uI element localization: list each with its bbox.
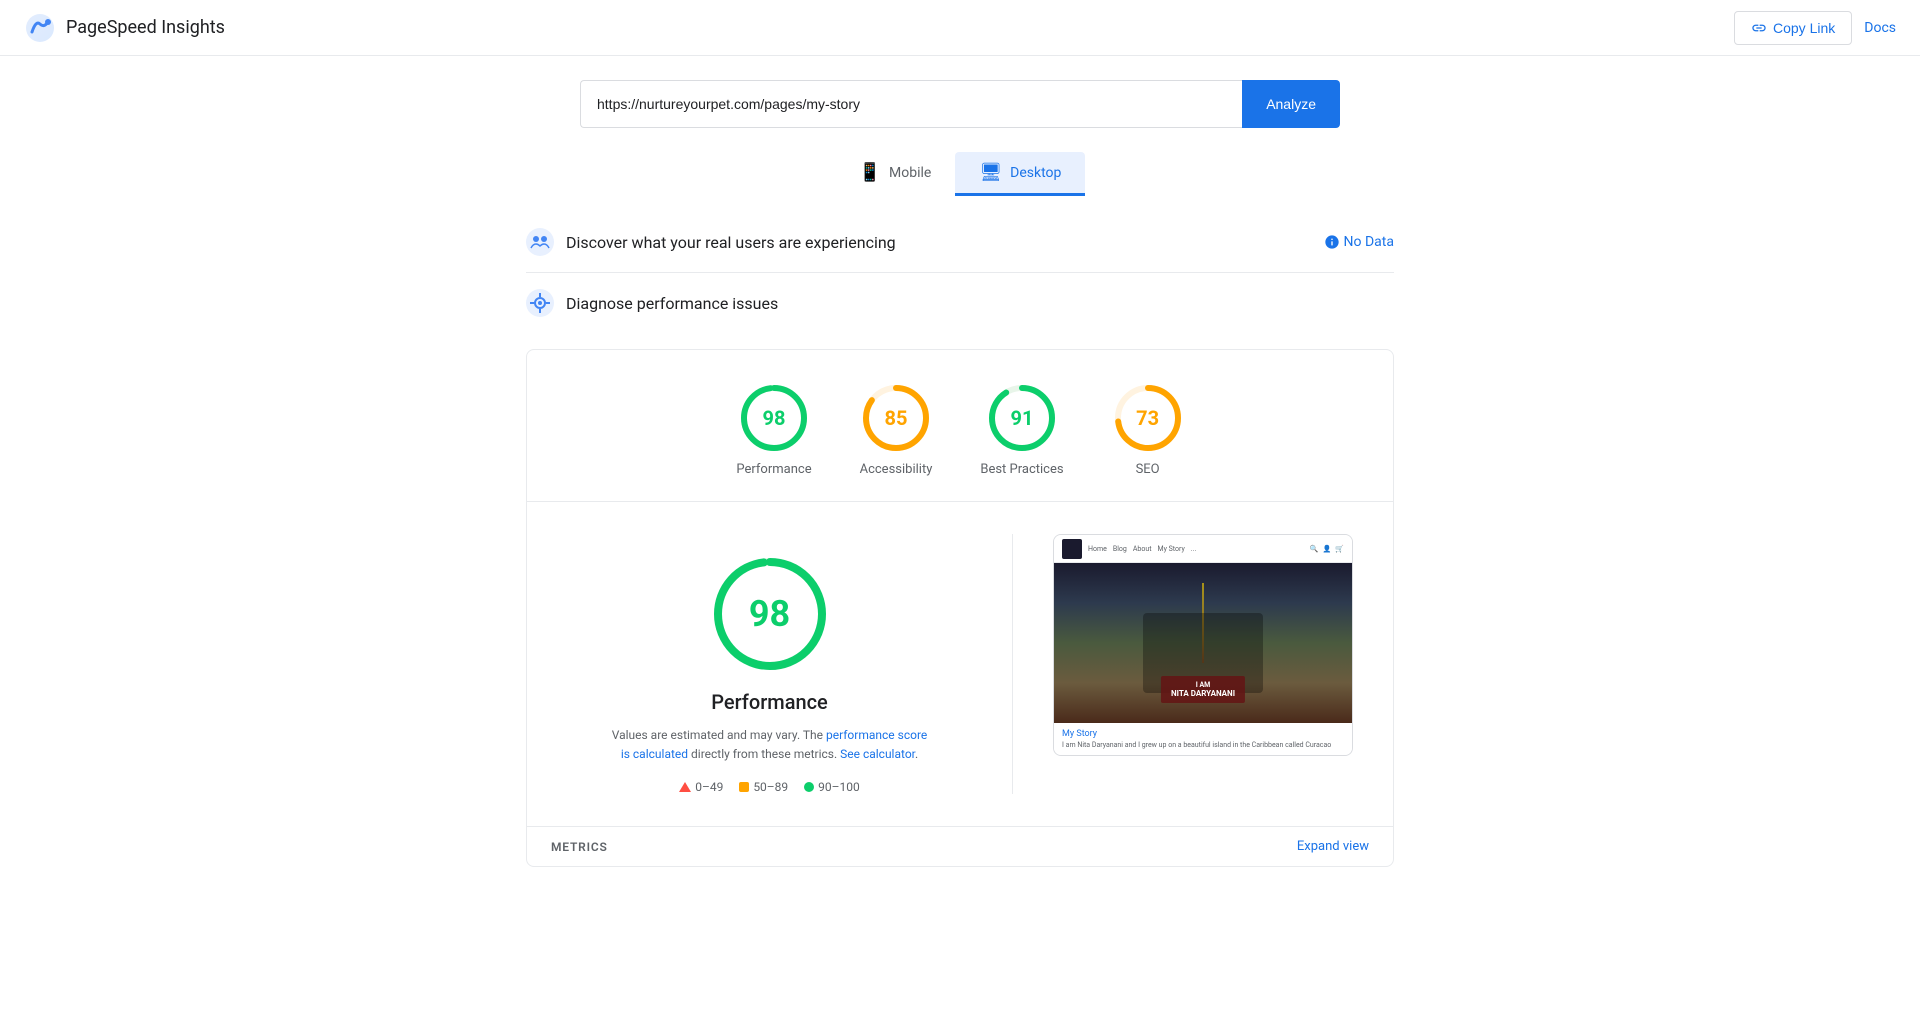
legend-bad-label: 0–49 [695, 780, 723, 794]
score-value-seo: 73 [1136, 406, 1159, 430]
preview-caption-title: My Story [1062, 729, 1344, 739]
calculator-link[interactable]: See calculator [840, 747, 915, 761]
no-data-link[interactable]: No Data [1324, 234, 1394, 250]
tab-desktop[interactable]: 🖥 Desktop [955, 152, 1085, 196]
score-value-best-practices: 91 [1010, 406, 1033, 430]
info-icon [1324, 234, 1340, 250]
score-circle-accessibility: 85 [860, 382, 932, 454]
real-users-section: Discover what your real users are experi… [526, 212, 1394, 273]
preview-caption-text: I am Nita Daryanani and I grew up on a b… [1062, 741, 1344, 749]
pagespeed-logo [24, 12, 56, 44]
tabs: 📱 Mobile 🖥 Desktop [835, 152, 1086, 196]
expand-view-link[interactable]: Expand view [1297, 839, 1369, 854]
preview-hero-text1: I AM [1171, 681, 1235, 689]
preview-nav: Home Blog About My Story ... 🔍 👤 🛒 [1054, 535, 1352, 563]
detail-section: 98 Performance Values are estimated and … [527, 502, 1393, 826]
app-title: PageSpeed Insights [66, 17, 225, 38]
header-right: Copy Link Docs [1734, 11, 1896, 45]
preview-search-icon: 🔍 [1310, 545, 1319, 553]
preview-nav-story: My Story [1157, 545, 1184, 553]
preview-user-icon: 👤 [1323, 545, 1332, 553]
big-score-value: 98 [749, 593, 790, 635]
search-section: Analyze [0, 56, 1920, 144]
diagnose-left: Diagnose performance issues [526, 289, 778, 317]
score-value-performance: 98 [763, 406, 786, 430]
real-users-title: Discover what your real users are experi… [566, 233, 896, 252]
docs-link[interactable]: Docs [1864, 20, 1896, 36]
tab-mobile-label: Mobile [889, 165, 931, 181]
score-label-best-practices: Best Practices [980, 462, 1063, 477]
detail-left: 98 Performance Values are estimated and … [567, 534, 1013, 794]
preview-overlay: I AM NITA DARYANANI [1161, 676, 1245, 703]
big-score-circle: 98 [710, 554, 830, 674]
legend-medium-label: 50–89 [753, 780, 788, 794]
metrics-footer: METRICS Expand view [527, 826, 1393, 866]
score-value-accessibility: 85 [884, 406, 907, 430]
score-circle-seo: 73 [1112, 382, 1184, 454]
diagnose-title: Diagnose performance issues [566, 294, 778, 313]
preview-nav-blog: Blog [1113, 545, 1127, 553]
copy-link-button[interactable]: Copy Link [1734, 11, 1852, 45]
preview-box: Home Blog About My Story ... 🔍 👤 🛒 [1053, 534, 1353, 756]
legend-good: 90–100 [804, 780, 860, 794]
legend-bad: 0–49 [679, 780, 723, 794]
header-left: PageSpeed Insights [24, 12, 225, 44]
preview-nav-more: ... [1191, 545, 1197, 553]
tab-desktop-label: Desktop [1010, 165, 1061, 181]
score-label-seo: SEO [1136, 462, 1160, 477]
legend-medium-icon [739, 782, 749, 792]
score-circle-best-practices: 91 [986, 382, 1058, 454]
search-bar: Analyze [580, 80, 1340, 128]
score-description: Values are estimated and may vary. The p… [610, 726, 930, 764]
big-score-label: Performance [711, 690, 828, 714]
header: PageSpeed Insights Copy Link Docs [0, 0, 1920, 56]
users-icon [526, 228, 554, 256]
diagnose-icon [526, 289, 554, 317]
score-circle-performance: 98 [738, 382, 810, 454]
preview-nav-home: Home [1088, 545, 1107, 553]
score-item-accessibility[interactable]: 85 Accessibility [860, 382, 933, 477]
main-content: Discover what your real users are experi… [510, 212, 1410, 867]
preview-hero: I AM NITA DARYANANI [1054, 563, 1352, 723]
url-input[interactable] [580, 80, 1242, 128]
legend-bad-icon [679, 782, 691, 792]
preview-hero-text2: NITA DARYANANI [1171, 689, 1235, 698]
preview-nav-items: Home Blog About My Story ... [1088, 545, 1304, 553]
preview-cart-icon: 🛒 [1335, 545, 1344, 553]
preview-caption: My Story I am Nita Daryanani and I grew … [1054, 723, 1352, 755]
diagnose-section-header: Diagnose performance issues [526, 273, 1394, 333]
legend-good-icon [804, 782, 814, 792]
analyze-button[interactable]: Analyze [1242, 80, 1340, 128]
preview-logo [1062, 539, 1082, 559]
score-label-performance: Performance [736, 462, 811, 477]
legend-good-label: 90–100 [818, 780, 860, 794]
score-item-performance[interactable]: 98 Performance [736, 382, 811, 477]
scores-row: 98 Performance 85 Accessibility [527, 350, 1393, 502]
score-item-seo[interactable]: 73 SEO [1112, 382, 1184, 477]
real-users-left: Discover what your real users are experi… [526, 228, 896, 256]
legend-medium: 50–89 [739, 780, 788, 794]
metrics-label: METRICS [551, 840, 608, 854]
preview-nav-about: About [1133, 545, 1152, 553]
preview-bg: I AM NITA DARYANANI [1054, 563, 1352, 723]
scores-card: 98 Performance 85 Accessibility [526, 349, 1394, 867]
tab-mobile[interactable]: 📱 Mobile [835, 152, 956, 196]
score-label-accessibility: Accessibility [860, 462, 933, 477]
score-item-best-practices[interactable]: 91 Best Practices [980, 382, 1063, 477]
legend: 0–49 50–89 90–100 [679, 780, 860, 794]
detail-right: Home Blog About My Story ... 🔍 👤 🛒 [1053, 534, 1353, 794]
link-icon [1751, 20, 1767, 36]
preview-nav-icons: 🔍 👤 🛒 [1310, 545, 1344, 553]
copy-link-label: Copy Link [1773, 20, 1835, 36]
no-data-label: No Data [1344, 234, 1394, 250]
tabs-section: 📱 Mobile 🖥 Desktop [0, 144, 1920, 212]
desktop-icon: 🖥 [979, 162, 1002, 183]
mobile-icon: 📱 [859, 162, 881, 183]
